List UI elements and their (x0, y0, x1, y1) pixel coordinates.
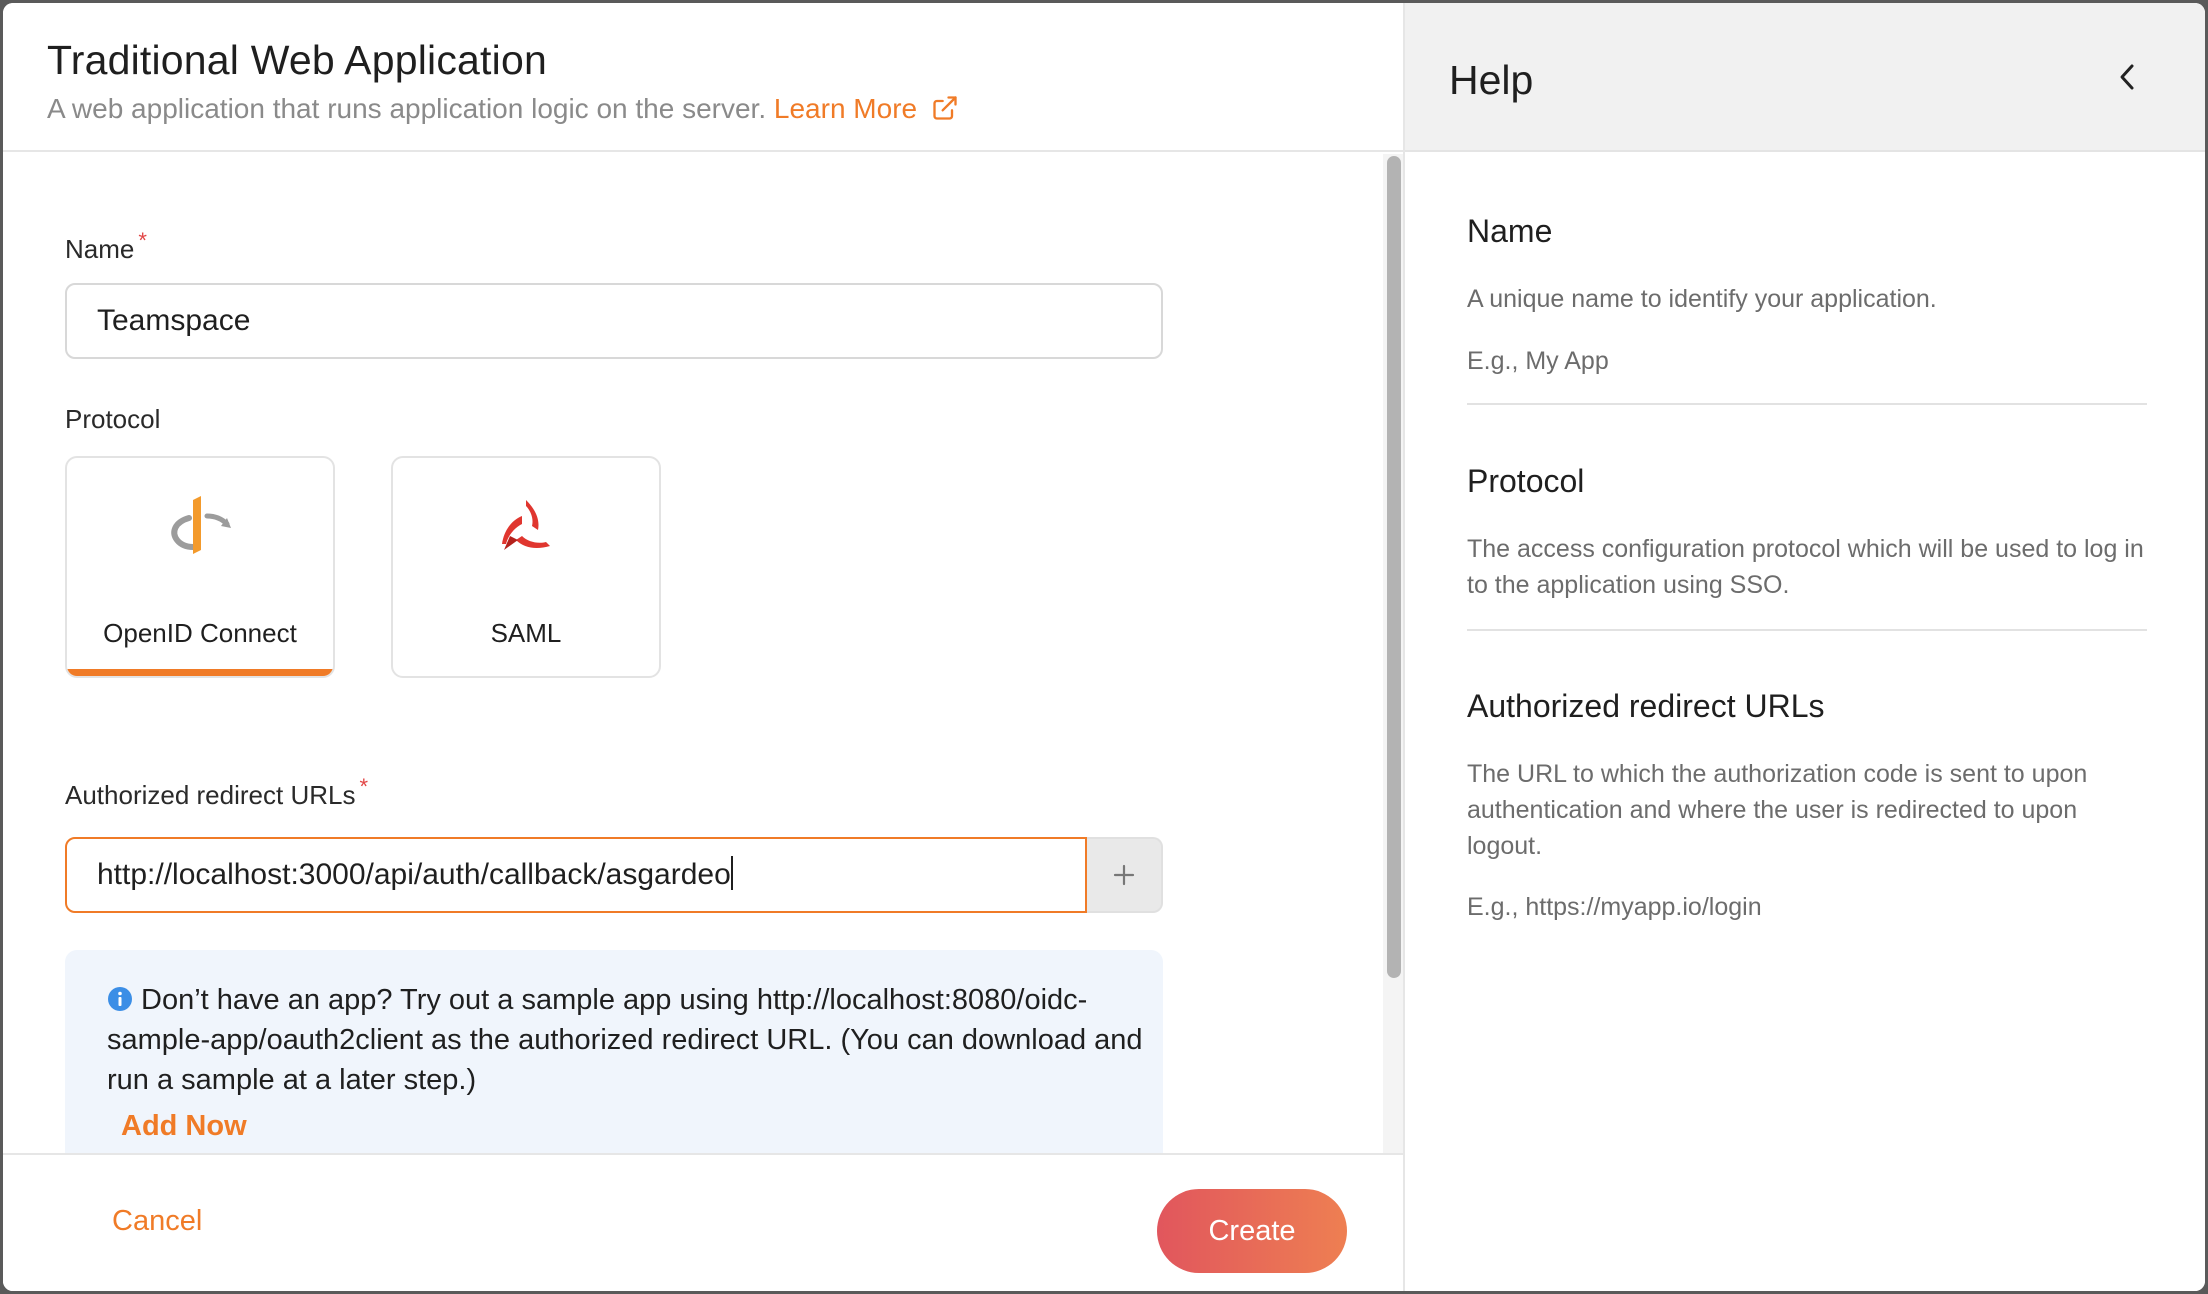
chevron-left-icon (2120, 64, 2134, 90)
external-link-icon (933, 96, 957, 120)
help-name-text: A unique name to identify your applicati… (1467, 285, 1937, 313)
form-content: Name* Teamspace Protocol OpenID Connect (3, 154, 1383, 1153)
help-title: Help (1449, 57, 1534, 103)
info-icon (108, 987, 132, 1011)
create-button[interactable]: Create (1157, 1189, 1347, 1273)
form-scrollbar[interactable] (1383, 154, 1403, 1153)
application-form-pane: Traditional Web Application A web applic… (3, 3, 1403, 1291)
info-message-text: Don’t have an app? Try out a sample app … (107, 984, 1143, 1096)
dialog-description: A web application that runs application … (47, 93, 767, 124)
help-name-example: E.g., My App (1467, 347, 1609, 375)
protocol-label-saml: SAML (490, 618, 562, 648)
plus-icon (1113, 864, 1135, 886)
add-redirect-url-button[interactable] (1087, 837, 1163, 913)
redirect-urls-field-label: Authorized redirect URLs * (65, 774, 368, 811)
dialog-footer: Cancel Create (3, 1153, 1403, 1291)
selected-indicator (67, 669, 333, 676)
name-label-text: Name (65, 234, 135, 264)
help-header: Help (1405, 3, 2205, 152)
scrollbar-thumb[interactable] (1387, 156, 1401, 978)
help-panel: Help Name A unique name to identify your… (1403, 3, 2205, 1291)
text-cursor (730, 856, 733, 890)
learn-more-link[interactable]: Learn More (774, 93, 959, 124)
help-divider (1467, 403, 2147, 405)
saml-logo-icon (502, 500, 550, 550)
openid-connect-logo-icon (171, 496, 231, 554)
help-divider (1467, 629, 2147, 631)
required-marker: * (138, 228, 147, 253)
info-message: Don’t have an app? Try out a sample app … (107, 980, 1147, 1100)
protocol-label-openid: OpenID Connect (103, 618, 297, 648)
help-redirect-text: The URL to which the authorization code … (1467, 760, 2088, 860)
application-name-input[interactable]: Teamspace (65, 283, 1163, 359)
dialog-title: Traditional Web Application (47, 37, 547, 83)
redirect-url-input[interactable]: http://localhost:3000/api/auth/callback/… (65, 837, 1087, 913)
help-protocol-title: Protocol (1467, 463, 1585, 499)
help-redirect-title: Authorized redirect URLs (1467, 688, 1825, 724)
dialog-header: Traditional Web Application A web applic… (3, 3, 1403, 152)
protocol-card-saml[interactable]: SAML (391, 456, 661, 678)
help-protocol-text: The access configuration protocol which … (1467, 535, 2144, 599)
sample-app-info-box: Don’t have an app? Try out a sample app … (65, 950, 1163, 1153)
help-redirect-example: E.g., https://myapp.io/login (1467, 893, 1762, 921)
create-application-dialog: Traditional Web Application A web applic… (3, 3, 2205, 1291)
dialog-subtitle: A web application that runs application … (47, 93, 959, 125)
protocol-field-label: Protocol (65, 404, 161, 434)
redirect-url-value: http://localhost:3000/api/auth/callback/… (97, 858, 731, 891)
add-now-link[interactable]: Add Now (121, 1110, 247, 1143)
protocol-card-openid-connect[interactable]: OpenID Connect (65, 456, 335, 678)
required-marker: * (359, 774, 369, 799)
learn-more-label: Learn More (773, 93, 918, 124)
name-field-label: Name * (65, 228, 147, 265)
redirect-label-text: Authorized redirect URLs (65, 780, 356, 810)
cancel-button[interactable]: Cancel (112, 1205, 202, 1238)
help-name-title: Name (1467, 213, 1553, 249)
collapse-help-button[interactable] (2105, 55, 2149, 99)
